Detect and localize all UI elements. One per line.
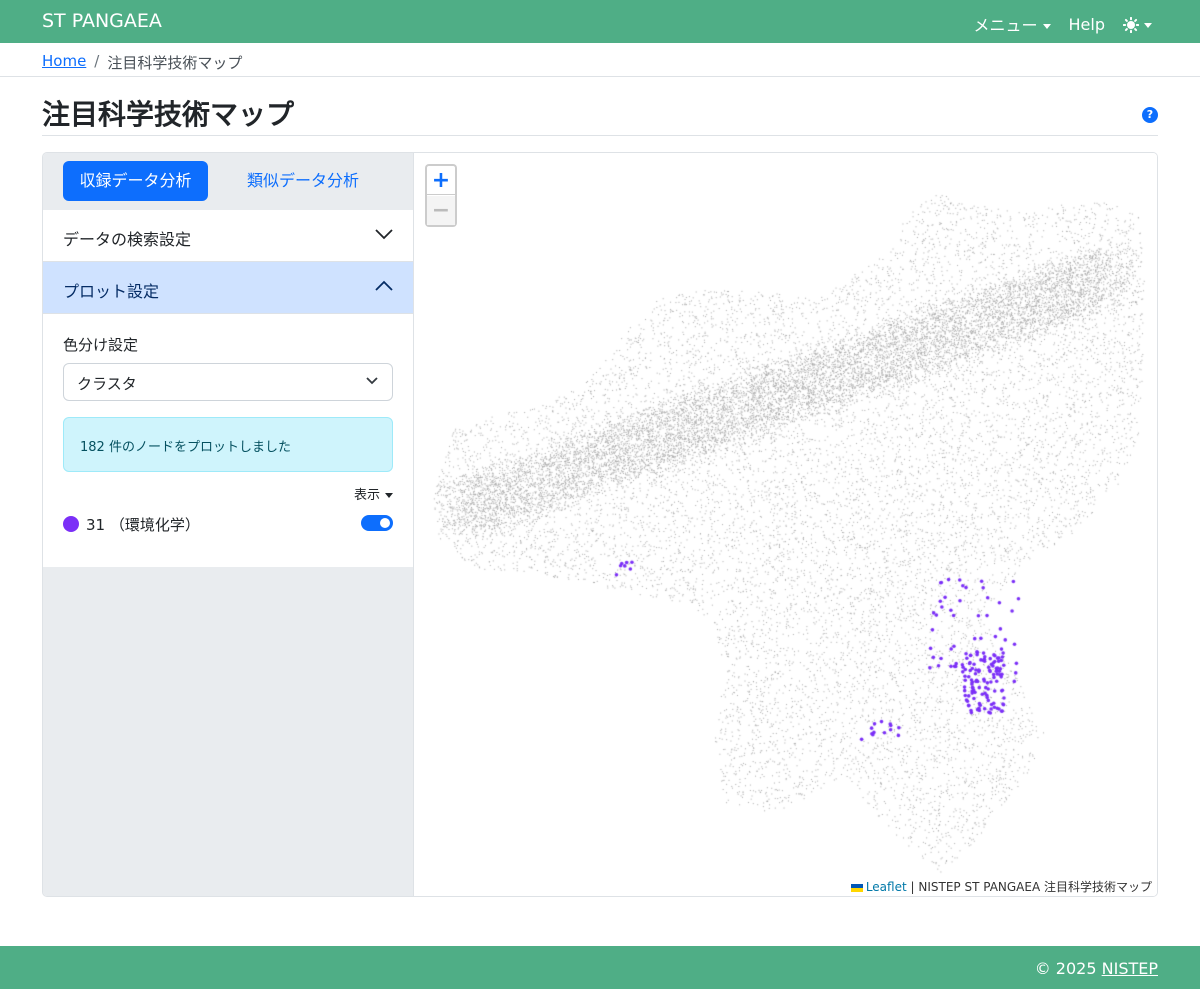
- breadcrumb-bar: Home / 注目科学技術マップ: [0, 43, 1200, 77]
- page-footer: © 2025 NISTEP: [0, 946, 1200, 989]
- legend-item: 31 （環境化学）: [63, 514, 393, 534]
- scatter-map-canvas[interactable]: [414, 153, 1157, 896]
- caret-down-icon: [1042, 24, 1051, 29]
- chevron-down-icon: [375, 229, 393, 240]
- color-setting-select[interactable]: クラスタ: [63, 363, 393, 401]
- nistep-link[interactable]: NISTEP: [1102, 959, 1158, 978]
- color-setting-label: 色分け設定: [63, 336, 139, 354]
- tab-similar-data-analysis[interactable]: 類似データ分析: [228, 161, 378, 201]
- caret-down-icon: [385, 493, 393, 498]
- legend-toggle-switch[interactable]: [361, 515, 393, 531]
- help-icon[interactable]: ?: [1142, 107, 1158, 123]
- color-setting-value: クラスタ: [77, 375, 137, 393]
- map-attribution: Leaflet | NISTEP ST PANGAEA 注目科学技術マップ: [845, 877, 1157, 896]
- brand-logo[interactable]: ST PANGAEA: [42, 10, 162, 32]
- leaflet-link[interactable]: Leaflet: [866, 880, 907, 894]
- plot-result-alert: 182 件のノードをプロットしました: [63, 417, 393, 472]
- accordion-search-settings[interactable]: データの検索設定: [43, 210, 413, 262]
- menu-label: メニュー: [973, 16, 1038, 35]
- nav-right: メニュー Help: [974, 12, 1152, 36]
- plot-settings-body: 色分け設定 クラスタ 182 件のノードをプロットしました 表示 31 （環境化…: [43, 314, 413, 567]
- tab-recorded-data-analysis[interactable]: 収録データ分析: [63, 161, 208, 201]
- analysis-tabs: 収録データ分析 類似データ分析: [43, 153, 413, 210]
- accordion-plot-settings[interactable]: プロット設定: [43, 262, 413, 314]
- ukraine-flag-icon: [850, 883, 863, 892]
- menu-dropdown[interactable]: メニュー: [974, 12, 1051, 36]
- map-panel: 収録データ分析 類似データ分析 データの検索設定 プロット設定 色分け設定 クラ…: [42, 152, 1158, 897]
- zoom-control: + −: [425, 164, 457, 227]
- accordion-search-settings-label: データの検索設定: [63, 230, 192, 249]
- display-dropdown[interactable]: 表示: [354, 484, 393, 503]
- zoom-in-button[interactable]: +: [427, 166, 455, 195]
- sun-icon: [1123, 17, 1139, 33]
- chevron-up-icon: [375, 280, 393, 291]
- footer-copyright: © 2025 NISTEP: [1035, 959, 1158, 978]
- help-link[interactable]: Help: [1069, 15, 1105, 34]
- theme-dropdown[interactable]: [1123, 15, 1152, 34]
- zoom-out-button[interactable]: −: [427, 196, 455, 225]
- attribution-text: | NISTEP ST PANGAEA 注目科学技術マップ: [910, 880, 1152, 894]
- breadcrumb-current: 注目科学技術マップ: [107, 54, 243, 72]
- breadcrumb-home-link[interactable]: Home: [42, 52, 86, 73]
- accordion-plot-settings-label: プロット設定: [63, 282, 160, 301]
- title-divider: [42, 135, 1158, 136]
- legend-color-dot: [63, 516, 79, 532]
- top-navbar: ST PANGAEA メニュー Help: [0, 0, 1200, 43]
- display-label: 表示: [353, 488, 380, 503]
- page-title: 注目科学技術マップ: [42, 98, 295, 131]
- science-map[interactable]: + − Leaflet | NISTEP ST PANGAEA 注目科学技術マッ…: [414, 153, 1157, 896]
- chevron-down-icon: [366, 377, 378, 385]
- legend-label: 31 （環境化学）: [86, 516, 200, 534]
- copyright-text: © 2025: [1034, 959, 1097, 978]
- settings-sidebar: 収録データ分析 類似データ分析 データの検索設定 プロット設定 色分け設定 クラ…: [43, 153, 414, 896]
- breadcrumb-separator: /: [94, 52, 100, 70]
- caret-down-icon: [1144, 22, 1152, 28]
- breadcrumb: Home / 注目科学技術マップ: [42, 52, 242, 73]
